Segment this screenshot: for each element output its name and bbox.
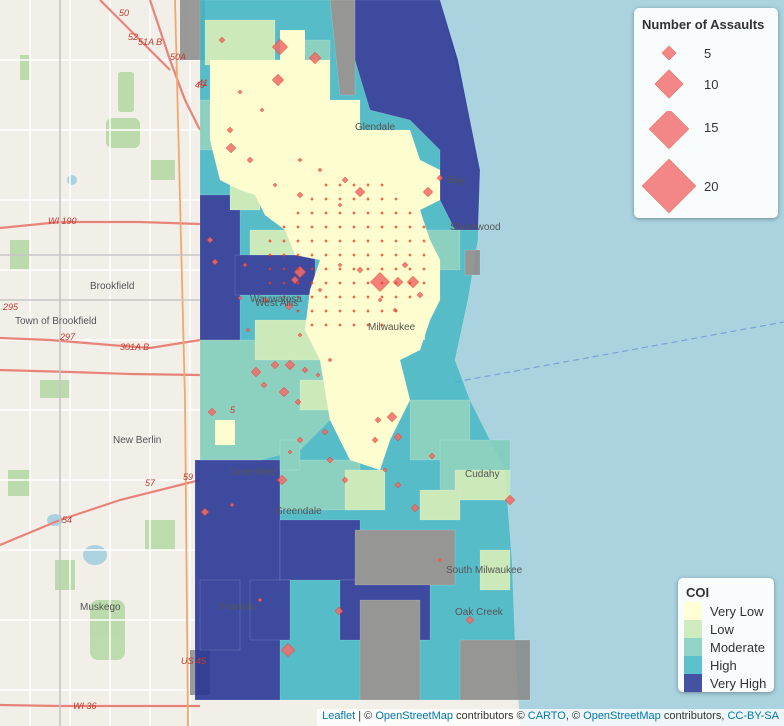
coi-tract[interactable] — [370, 380, 400, 420]
place-label: South Milwaukee — [446, 565, 523, 576]
attribution-text: , © — [565, 710, 584, 722]
coi-tract[interactable] — [279, 439, 301, 471]
coi-tract[interactable] — [279, 519, 361, 581]
highway-label: 301A B — [120, 342, 149, 352]
assaults-legend-label: 10 — [704, 77, 719, 92]
coi-swatch — [684, 638, 702, 656]
coi-tract[interactable] — [344, 469, 386, 511]
coi-swatch — [684, 602, 702, 620]
coi-legend-row: Moderate — [678, 638, 774, 656]
highway-label: 57 — [145, 478, 156, 488]
highway-label: WI 36 — [73, 701, 97, 711]
assaults-legend-row: 10 — [634, 66, 778, 106]
coi-legend-label: Moderate — [710, 639, 765, 655]
assaults-legend-label: 20 — [704, 179, 719, 194]
coi-legend: COI Very Low Low Moderate High Very High — [678, 578, 774, 692]
place-label: Town of Brookfield — [15, 316, 97, 327]
coi-tract[interactable] — [204, 19, 276, 66]
highway-label: 54 — [62, 515, 72, 525]
place-label: Glendale — [355, 122, 395, 133]
place-label: Greendale — [275, 506, 322, 517]
attribution-text: contributors, — [660, 710, 728, 722]
leaflet-link[interactable]: Leaflet — [322, 710, 355, 722]
map-attribution: Leaflet | © OpenStreetMap contributors ©… — [317, 709, 784, 726]
coi-legend-label: Very Low — [710, 603, 764, 619]
assault-diamond-icon — [648, 111, 690, 150]
coi-legend-row: Very High — [678, 674, 774, 692]
assault-diamond-icon — [641, 158, 697, 214]
highway-label: 50A — [170, 52, 186, 62]
place-label: New Berlin — [113, 435, 161, 446]
coi-legend-label: Low — [710, 621, 734, 637]
highway-label: 59 — [183, 472, 193, 482]
place-label: Greenfield — [230, 467, 276, 478]
highway-label: 297 — [59, 332, 76, 342]
highway-label: WI 190 — [48, 216, 77, 226]
coi-legend-row: High — [678, 656, 774, 674]
coi-legend-label: High — [710, 657, 737, 673]
highway-label: US 45 — [181, 656, 207, 666]
highway-label: 50 — [119, 8, 129, 18]
coi-legend-title: COI — [686, 585, 710, 600]
assaults-legend-label: 5 — [704, 46, 712, 61]
place-label: Milwaukee — [368, 322, 416, 333]
assaults-legend-row: 15 — [634, 111, 778, 151]
coi-swatch — [684, 674, 702, 692]
osm-link[interactable]: OpenStreetMap — [583, 710, 661, 722]
place-label: Brookfield — [90, 281, 134, 292]
coi-tract[interactable] — [199, 579, 241, 651]
assaults-legend-title: Number of Assaults — [642, 17, 765, 32]
coi-tract[interactable] — [215, 420, 235, 445]
assaults-legend: Number of Assaults 5 10 15 20 — [634, 8, 778, 218]
place-label: Muskego — [80, 602, 121, 613]
coi-legend-row: Very Low — [678, 602, 774, 620]
place-label: Franklin — [220, 602, 256, 613]
carto-link[interactable]: CARTO — [528, 710, 566, 722]
place-label: Bay — [448, 175, 465, 186]
place-label: Oak Creek — [455, 607, 504, 618]
license-link[interactable]: CC-BY-SA — [727, 710, 779, 722]
osm-link[interactable]: OpenStreetMap — [375, 710, 453, 722]
coi-legend-row: Low — [678, 620, 774, 638]
place-label: Cudahy — [465, 469, 499, 480]
coi-tract[interactable] — [459, 639, 531, 701]
highway-label: 51A B — [138, 37, 162, 47]
attribution-text: contributors © — [453, 710, 528, 722]
highway-label: 295 — [2, 302, 19, 312]
highway-label: 52 — [128, 32, 138, 42]
coi-tract[interactable] — [464, 249, 481, 276]
assaults-legend-row: 20 — [634, 158, 778, 214]
coi-legend-label: Very High — [710, 675, 767, 691]
coi-tract[interactable] — [359, 599, 421, 701]
assaults-legend-label: 15 — [704, 120, 719, 135]
place-label: West Allis — [255, 298, 298, 309]
coi-tract[interactable] — [354, 529, 456, 586]
highway-label: 49 — [195, 80, 205, 90]
map-container[interactable]: Brookfield Town of Brookfield New Berlin Mu… — [0, 0, 784, 726]
coi-swatch — [684, 656, 702, 674]
coi-tract[interactable] — [249, 579, 291, 641]
coi-tract[interactable] — [419, 489, 461, 521]
assault-diamond-icon — [654, 69, 684, 99]
place-label: Shorewood — [450, 222, 501, 233]
coi-tract[interactable] — [230, 100, 260, 130]
coi-swatch — [684, 620, 702, 638]
attribution-text: | © — [355, 710, 376, 722]
coi-tract[interactable] — [199, 194, 241, 341]
